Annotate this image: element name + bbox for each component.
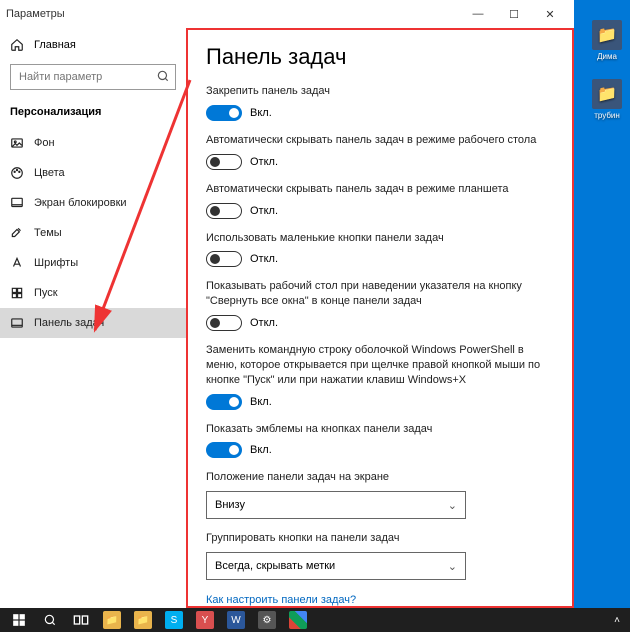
- desktop-icon[interactable]: 📁 трубин: [586, 79, 628, 120]
- window-title: Параметры: [6, 8, 65, 20]
- sidebar-item-taskbar[interactable]: Панель задач: [0, 308, 186, 338]
- toggle-row: Откл.: [206, 315, 554, 331]
- yandex-icon: Y: [196, 611, 214, 629]
- position-dropdown[interactable]: Внизу ⌄: [206, 491, 466, 519]
- desktop-icon[interactable]: 📁 Дима: [586, 20, 628, 61]
- taskbar-app-chrome[interactable]: [283, 608, 313, 632]
- sidebar-item-colors[interactable]: Цвета: [0, 158, 186, 188]
- task-view-button[interactable]: [66, 608, 96, 632]
- chevron-down-icon: ⌄: [448, 499, 457, 512]
- search-icon: [43, 613, 57, 627]
- toggle-switch[interactable]: [206, 251, 242, 267]
- gear-icon: ⚙: [258, 611, 276, 629]
- toggle-row: Вкл.: [206, 442, 554, 458]
- toggle-row: Вкл.: [206, 105, 554, 121]
- toggle-row: Вкл.: [206, 394, 554, 410]
- section-title: Персонализация: [0, 100, 186, 128]
- setting-label: Показывать рабочий стол при наведении ук…: [206, 279, 554, 309]
- help-link[interactable]: Как настроить панели задач?: [206, 594, 554, 606]
- toggle-switch[interactable]: [206, 442, 242, 458]
- search-input[interactable]: [10, 64, 176, 90]
- home-icon: [10, 38, 24, 52]
- toggle-switch[interactable]: [206, 154, 242, 170]
- palette-icon: [10, 166, 24, 180]
- start-icon: [10, 286, 24, 300]
- taskbar-icon: [10, 316, 24, 330]
- toggle-state-label: Откл.: [250, 253, 278, 265]
- close-button[interactable]: ✕: [532, 0, 568, 28]
- word-icon: W: [227, 611, 245, 629]
- home-link[interactable]: Главная: [0, 32, 186, 58]
- taskbar-app-browser[interactable]: Y: [190, 608, 220, 632]
- sidebar-item-themes[interactable]: Темы: [0, 218, 186, 248]
- explorer-icon: 📁: [103, 611, 121, 629]
- toggle-state-label: Откл.: [250, 205, 278, 217]
- toggle-switch[interactable]: [206, 203, 242, 219]
- taskbar-app-word[interactable]: W: [221, 608, 251, 632]
- settings-window: Параметры — ☐ ✕ Главная Персонализация Ф…: [0, 0, 574, 608]
- minimize-button[interactable]: —: [460, 0, 496, 28]
- toggle-row: Откл.: [206, 154, 554, 170]
- taskbar-app-skype[interactable]: S: [159, 608, 189, 632]
- setting-label: Заменить командную строку оболочкой Wind…: [206, 343, 554, 388]
- setting-label: Автоматически скрывать панель задач в ре…: [206, 133, 554, 148]
- task-view-icon: [73, 613, 89, 627]
- content-pane: Панель задач Закрепить панель задач Вкл. А…: [186, 28, 574, 608]
- explorer-icon: 📁: [134, 611, 152, 629]
- toggle-state-label: Откл.: [250, 156, 278, 168]
- taskbar-app-explorer[interactable]: 📁: [97, 608, 127, 632]
- desktop-icons: 📁 Дима 📁 трубин: [586, 20, 628, 120]
- folder-icon: 📁: [592, 79, 622, 109]
- position-label: Положение панели задач на экране: [206, 470, 554, 485]
- sidebar-item-start[interactable]: Пуск: [0, 278, 186, 308]
- toggle-state-label: Вкл.: [250, 107, 272, 119]
- search-icon: [156, 69, 170, 83]
- picture-icon: [10, 136, 24, 150]
- theme-icon: [10, 226, 24, 240]
- toggle-switch[interactable]: [206, 315, 242, 331]
- toggle-switch[interactable]: [206, 394, 242, 410]
- taskbar-app-settings[interactable]: ⚙: [252, 608, 282, 632]
- toggle-state-label: Вкл.: [250, 444, 272, 456]
- setting-label: Использовать маленькие кнопки панели зад…: [206, 231, 554, 246]
- toggle-row: Откл.: [206, 251, 554, 267]
- toggle-state-label: Откл.: [250, 317, 278, 329]
- chevron-down-icon: ⌄: [448, 560, 457, 573]
- toggle-switch[interactable]: [206, 105, 242, 121]
- taskbar-search-button[interactable]: [35, 608, 65, 632]
- tray-chevron-icon[interactable]: ˄: [614, 615, 620, 626]
- system-tray[interactable]: ˄: [608, 608, 626, 632]
- taskbar: 📁 📁 S Y W ⚙ ˄: [0, 608, 630, 632]
- lockscreen-icon: [10, 196, 24, 210]
- sidebar-item-fonts[interactable]: Шрифты: [0, 248, 186, 278]
- setting-label: Показать эмблемы на кнопках панели задач: [206, 422, 554, 437]
- sidebar: Главная Персонализация Фон Цвета Экран б…: [0, 28, 186, 608]
- sidebar-item-background[interactable]: Фон: [0, 128, 186, 158]
- grouping-label: Группировать кнопки на панели задач: [206, 531, 554, 546]
- maximize-button[interactable]: ☐: [496, 0, 532, 28]
- search-row: [10, 64, 176, 90]
- start-button[interactable]: [4, 608, 34, 632]
- chrome-icon: [289, 611, 307, 629]
- grouping-dropdown[interactable]: Всегда, скрывать метки ⌄: [206, 552, 466, 580]
- folder-icon: 📁: [592, 20, 622, 50]
- page-title: Панель задач: [206, 44, 554, 70]
- setting-label: Закрепить панель задач: [206, 84, 554, 99]
- setting-label: Автоматически скрывать панель задач в ре…: [206, 182, 554, 197]
- sidebar-item-lockscreen[interactable]: Экран блокировки: [0, 188, 186, 218]
- toggle-row: Откл.: [206, 203, 554, 219]
- titlebar: Параметры — ☐ ✕: [0, 0, 574, 28]
- toggle-state-label: Вкл.: [250, 396, 272, 408]
- taskbar-app-explorer[interactable]: 📁: [128, 608, 158, 632]
- skype-icon: S: [165, 611, 183, 629]
- font-icon: [10, 256, 24, 270]
